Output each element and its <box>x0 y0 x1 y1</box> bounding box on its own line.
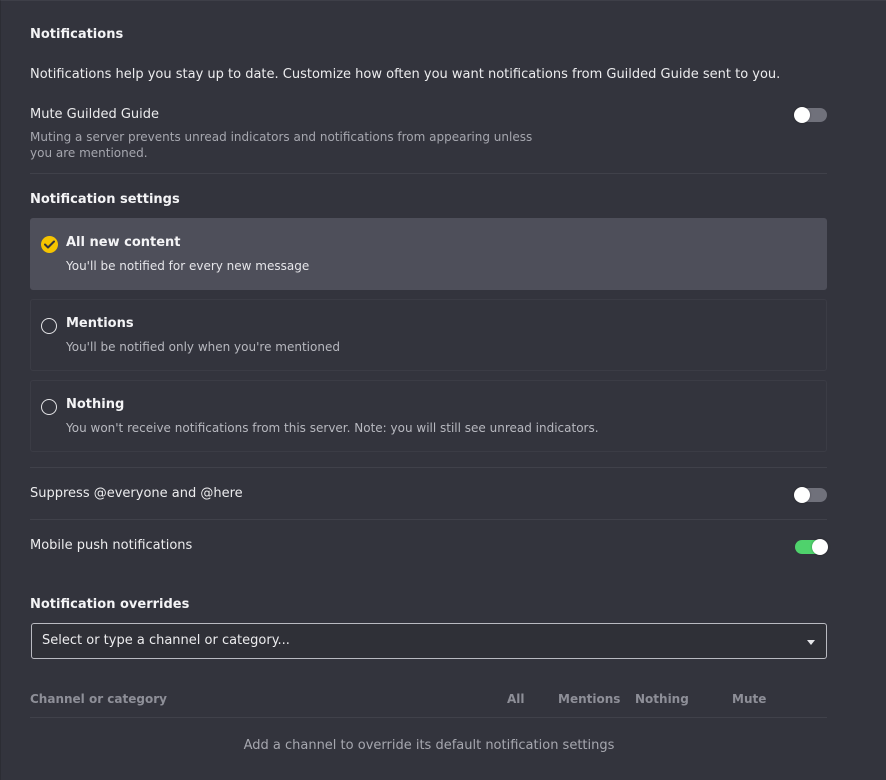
caret-down-icon <box>807 640 815 645</box>
mute-server-label: Mute Guilded Guide <box>30 107 160 122</box>
column-header-nothing: Nothing <box>635 692 689 706</box>
option-description: You won't receive notifications from thi… <box>66 421 599 435</box>
suppress-everyone-toggle[interactable] <box>794 487 827 503</box>
divider <box>30 467 827 468</box>
page-title: Notifications <box>30 27 124 42</box>
option-title: Nothing <box>66 397 125 412</box>
radio-icon <box>41 318 57 334</box>
radio-icon <box>41 399 57 415</box>
overrides-empty-message: Add a channel to override its default no… <box>243 738 615 753</box>
column-header-mentions: Mentions <box>558 692 621 706</box>
suppress-everyone-label: Suppress @everyone and @here <box>30 486 243 501</box>
mute-server-description: Muting a server prevents unread indicato… <box>30 129 532 161</box>
divider <box>30 717 827 718</box>
checkmark-icon <box>41 236 58 253</box>
column-header-channel: Channel or category <box>30 692 167 706</box>
mobile-push-toggle[interactable] <box>795 539 828 555</box>
option-all-new-content[interactable]: All new content You'll be notified for e… <box>30 218 827 290</box>
intro-text: Notifications help you stay up to date. … <box>30 67 781 82</box>
option-mentions[interactable]: Mentions You'll be notified only when yo… <box>30 299 827 371</box>
divider <box>30 519 827 520</box>
toggle-knob <box>794 107 810 123</box>
notification-overrides-heading: Notification overrides <box>30 597 190 612</box>
mute-server-toggle[interactable] <box>794 107 827 123</box>
option-description: You'll be notified for every new message <box>66 259 310 273</box>
notification-settings-heading: Notification settings <box>30 192 180 207</box>
column-header-mute: Mute <box>732 692 767 706</box>
option-description: You'll be notified only when you're ment… <box>66 340 340 354</box>
option-nothing[interactable]: Nothing You won't receive notifications … <box>30 380 827 452</box>
option-title: Mentions <box>66 316 134 331</box>
mute-desc-line-1: Muting a server prevents unread indicato… <box>30 130 533 144</box>
dropdown-placeholder: Select or type a channel or category... <box>42 633 290 648</box>
notification-settings-panel: Notifications Notifications help you sta… <box>0 0 886 780</box>
mobile-push-label: Mobile push notifications <box>30 538 193 553</box>
divider <box>30 173 827 174</box>
toggle-knob <box>794 487 810 503</box>
option-title: All new content <box>66 235 181 250</box>
mute-desc-line-2: you are mentioned. <box>30 146 148 160</box>
column-header-all: All <box>507 692 525 706</box>
toggle-knob <box>812 539 828 555</box>
channel-select-dropdown[interactable]: Select or type a channel or category... <box>31 623 827 659</box>
